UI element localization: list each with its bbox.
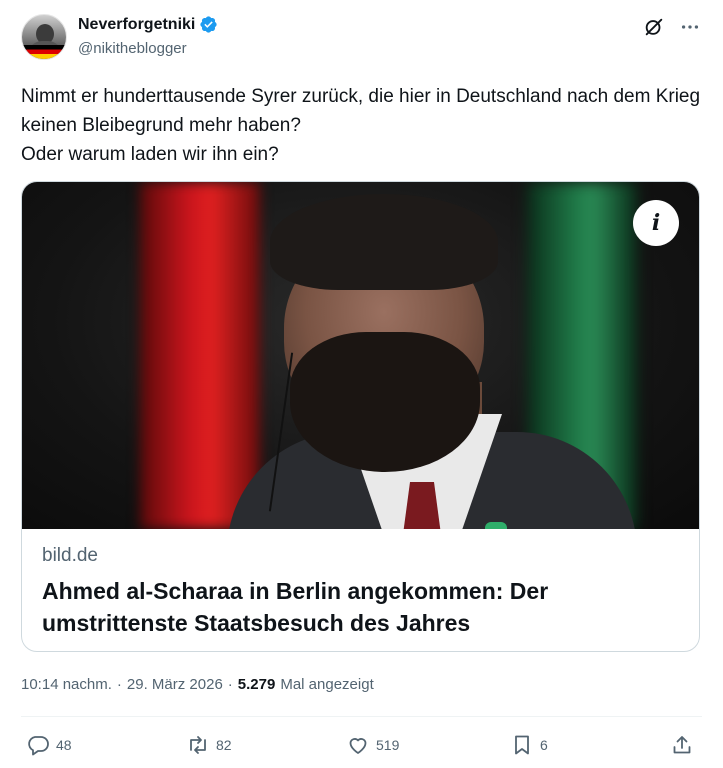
- card-image[interactable]: i: [22, 182, 699, 529]
- author-handle[interactable]: @nikitheblogger: [78, 40, 187, 57]
- card-title: Ahmed al-Scharaa in Berlin angekommen: D…: [42, 578, 549, 636]
- background-red-flag: [140, 182, 260, 529]
- tweet-text: Nimmt er hunderttausende Syrer zurück, d…: [21, 86, 701, 165]
- card-body[interactable]: bild.de Ahmed al-Scharaa in Berlin angek…: [22, 529, 699, 639]
- repost-button[interactable]: 82: [186, 733, 232, 757]
- share-button[interactable]: [670, 733, 694, 757]
- bookmark-count: 6: [540, 737, 548, 753]
- tweet-meta: 10:14 nachm. · 29. März 2026 · 5.279 Mal…: [21, 676, 374, 693]
- info-icon: i: [651, 210, 661, 236]
- views-label: Mal angezeigt: [280, 676, 374, 693]
- grok-icon[interactable]: [643, 16, 665, 38]
- repost-count: 82: [216, 737, 232, 753]
- author-display-name[interactable]: Neverforgetniki: [78, 16, 195, 34]
- views-count: 5.279: [237, 676, 276, 693]
- like-button[interactable]: 519: [346, 733, 399, 757]
- tweet-date[interactable]: 29. März 2026: [127, 676, 223, 693]
- tweet-time[interactable]: 10:14 nachm.: [21, 676, 112, 693]
- more-icon[interactable]: [679, 16, 701, 38]
- share-icon: [673, 736, 691, 754]
- action-bar: 48 82 519 6: [0, 733, 723, 763]
- author-name-row: Neverforgetniki: [78, 15, 218, 34]
- person-beard: [290, 332, 480, 472]
- author-avatar[interactable]: [21, 14, 67, 60]
- meta-separator-2: ·: [227, 676, 233, 693]
- verified-badge-icon[interactable]: [199, 15, 218, 34]
- heart-icon: [349, 738, 367, 754]
- card-domain: bild.de: [42, 545, 98, 566]
- reply-icon: [28, 736, 49, 756]
- repost-icon: [190, 736, 206, 754]
- info-button[interactable]: i: [633, 200, 679, 246]
- person-hair: [270, 194, 498, 290]
- reply-button[interactable]: 48: [26, 733, 72, 757]
- bookmark-button[interactable]: 6: [510, 733, 548, 757]
- bookmark-icon: [515, 735, 529, 755]
- like-count: 519: [376, 737, 400, 753]
- link-preview-card[interactable]: i bild.de Ahmed al-Scharaa in Berlin ang…: [21, 181, 700, 652]
- divider: [21, 716, 702, 717]
- avatar-flag: [22, 45, 66, 59]
- meta-separator: ·: [116, 676, 122, 693]
- reply-count: 48: [56, 737, 72, 753]
- top-actions: [643, 16, 701, 38]
- lapel-pin: [485, 522, 507, 529]
